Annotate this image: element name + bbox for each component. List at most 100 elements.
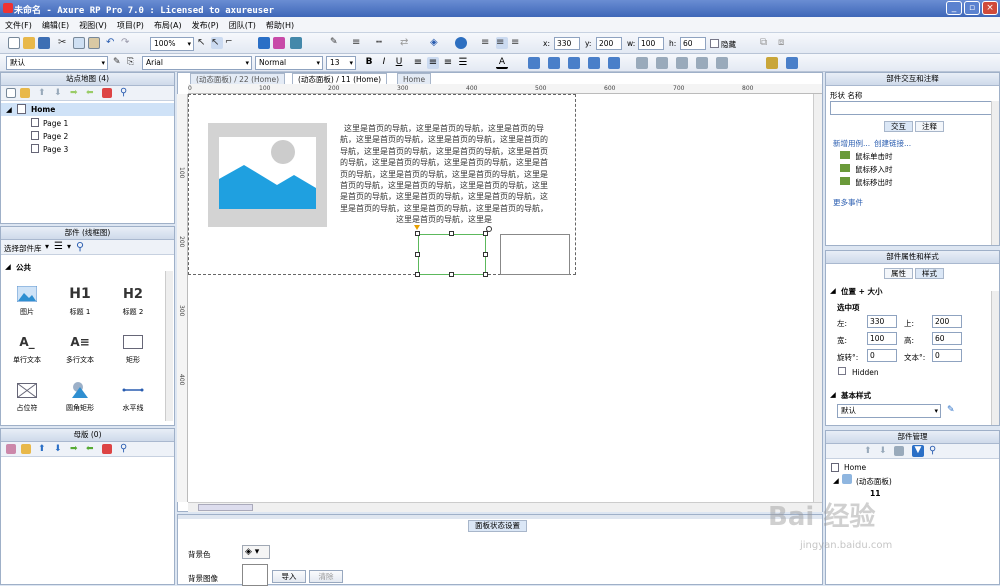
sitemap-item-page2[interactable]: Page 2 [43, 132, 68, 141]
select-contained-icon[interactable]: ↖ [211, 37, 223, 49]
menu-edit[interactable]: 编辑(E) [37, 17, 74, 34]
tab-style[interactable]: 样式 [915, 268, 944, 279]
align-center-objects-icon[interactable] [696, 57, 708, 69]
save-icon[interactable] [38, 37, 50, 49]
rotate-handle[interactable] [486, 226, 492, 232]
canvas-hscrollbar[interactable] [188, 502, 822, 512]
paste-icon[interactable] [88, 37, 100, 49]
interaction-scrollbar[interactable] [991, 101, 999, 245]
master-down-icon[interactable]: ⬇ [54, 444, 64, 454]
manager-home[interactable]: Home [844, 463, 866, 472]
w-input[interactable]: 100 [638, 37, 664, 50]
canvas-text[interactable]: 这里是首页的导航，这里是首页的导航，这里是首页的导航，这里是首页的导航，这里是首… [339, 123, 549, 226]
corner-radius-handle[interactable] [414, 225, 420, 230]
clear-button[interactable]: 清除 [309, 570, 343, 583]
resize-handle[interactable] [415, 231, 420, 236]
tree-expand-icon[interactable]: ◢ [6, 105, 12, 114]
manager-down-icon[interactable]: ⬇ [879, 446, 889, 456]
border-color-icon[interactable]: ✎ [330, 37, 342, 49]
base-style-toggle-icon[interactable]: ◢ [830, 390, 836, 399]
library-select[interactable]: 选择部件库 [4, 243, 42, 254]
menu-publish[interactable]: 发布(P) [187, 17, 224, 34]
sitemap-item-home[interactable]: Home [31, 105, 55, 114]
bold-button[interactable]: B [363, 57, 375, 69]
style-edit-icon[interactable]: ✎ [113, 57, 125, 69]
close-button[interactable]: × [982, 1, 998, 15]
redo-icon[interactable]: ↷ [121, 37, 133, 49]
rotate-input[interactable]: 0 [867, 349, 897, 362]
sitemap-item-page1[interactable]: Page 1 [43, 119, 68, 128]
canvas-rectangle[interactable] [500, 234, 570, 275]
widget-rectangle[interactable]: 矩形 [111, 329, 155, 365]
connector-icon[interactable]: ⌐ [225, 37, 237, 49]
manager-add-state-icon[interactable] [894, 446, 904, 456]
align-objects-icon[interactable] [608, 57, 620, 69]
resize-handle[interactable] [449, 231, 454, 236]
resize-handle[interactable] [483, 272, 488, 277]
shadow-icon[interactable] [455, 37, 467, 49]
x-input[interactable]: 330 [554, 37, 580, 50]
top-input[interactable]: 200 [932, 315, 962, 328]
manager-up-icon[interactable]: ⬆ [864, 446, 874, 456]
bring-forward-icon[interactable] [528, 57, 540, 69]
resize-handle[interactable] [415, 272, 420, 277]
widget-text-field[interactable]: A_ 单行文本 [5, 329, 49, 365]
master-search-icon[interactable]: ⚲ [120, 443, 131, 454]
delete-master-icon[interactable] [102, 444, 112, 454]
group-collapse-icon[interactable]: ◢ [5, 262, 11, 271]
text-rotate-input[interactable]: 0 [932, 349, 962, 362]
scroll-thumb[interactable] [198, 504, 253, 511]
event-mouse-leave[interactable]: 鼠标移出时 [855, 177, 893, 188]
add-master-folder-icon[interactable] [21, 444, 31, 454]
line-width-icon[interactable]: ≡ [352, 37, 364, 49]
event-mouse-enter[interactable]: 鼠标移入时 [855, 164, 893, 175]
manager-dynamic-panel[interactable]: (动态面板) [856, 476, 892, 487]
align-right-icon[interactable]: ≡ [442, 57, 454, 69]
master-up-icon[interactable]: ⬆ [38, 444, 48, 454]
widget-h2[interactable]: H2 标题 2 [111, 281, 155, 317]
align-middle-icon[interactable]: ≡ [496, 37, 508, 49]
menu-dropdown-icon[interactable]: ▾ [67, 242, 71, 251]
weight-select[interactable]: Normal [255, 56, 323, 70]
publish-icon[interactable] [290, 37, 302, 49]
menu-team[interactable]: 团队(T) [224, 17, 261, 34]
filter-icon[interactable]: ▼ [912, 445, 924, 457]
resize-handle[interactable] [449, 272, 454, 277]
arrow-style-icon[interactable]: ⇄ [400, 37, 412, 49]
event-click[interactable]: 鼠标单击时 [855, 151, 893, 162]
menu-view[interactable]: 视图(V) [74, 17, 112, 34]
width-input[interactable]: 100 [867, 332, 897, 345]
selected-widget[interactable] [418, 234, 486, 275]
add-folder-icon[interactable] [20, 88, 30, 98]
canvas-vscrollbar[interactable] [813, 94, 822, 502]
widget-placeholder[interactable]: 占位符 [5, 377, 49, 413]
menu-project[interactable]: 项目(P) [112, 17, 149, 34]
menu-layout[interactable]: 布局(A) [149, 17, 187, 34]
widget-search-icon[interactable]: ⚲ [76, 240, 84, 253]
more-events-link[interactable]: 更多事件 [833, 197, 863, 208]
align-right-objects-icon[interactable] [716, 57, 728, 69]
manager-search-icon[interactable]: ⚲ [929, 445, 940, 456]
add-page-icon[interactable] [6, 88, 16, 98]
menu-file[interactable]: 文件(F) [0, 17, 37, 34]
zoom-select[interactable]: 100% [150, 37, 194, 51]
send-backward-icon[interactable] [548, 57, 560, 69]
copy-icon[interactable] [73, 37, 85, 49]
import-button[interactable]: 导入 [272, 570, 306, 583]
align-left-objects-icon[interactable] [676, 57, 688, 69]
cut-icon[interactable]: ✂ [58, 37, 70, 49]
fill-color-icon[interactable]: ◈ [430, 37, 442, 49]
outdent-icon[interactable]: ⬅ [86, 88, 96, 98]
align-bottom-icon[interactable]: ≡ [511, 37, 523, 49]
font-select[interactable]: Arial [142, 56, 252, 70]
font-size-select[interactable]: 13 [326, 56, 356, 70]
font-color-button[interactable]: A [496, 57, 508, 69]
widgets-scrollbar[interactable] [165, 271, 173, 421]
search-icon[interactable]: ⚲ [120, 87, 131, 98]
move-up-icon[interactable]: ⬆ [38, 88, 48, 98]
unlock-icon[interactable] [786, 57, 798, 69]
library-dropdown-icon[interactable]: ▾ [45, 242, 49, 251]
bring-front-icon[interactable] [568, 57, 580, 69]
distribute-h-icon[interactable] [636, 57, 648, 69]
hidden-prop-checkbox[interactable] [838, 367, 846, 375]
